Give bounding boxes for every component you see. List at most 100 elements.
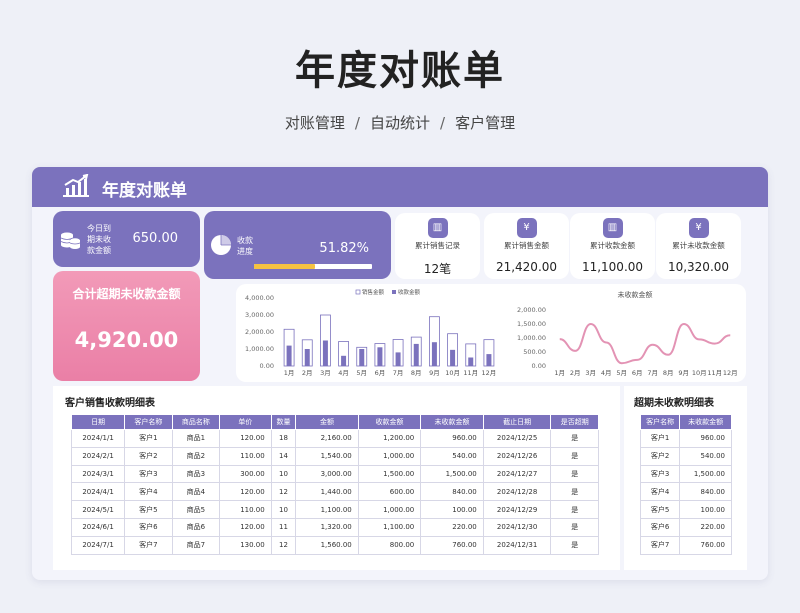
sales-cell: 110.00 bbox=[219, 500, 272, 519]
sales-cell: 11 bbox=[270, 517, 297, 537]
table-row: 客户6 220.00 bbox=[639, 517, 732, 537]
sales-cell: 3,000.00 bbox=[295, 464, 359, 484]
stat-label: 累计未收款金额 bbox=[672, 241, 725, 250]
x-tick-label: 12月 bbox=[723, 369, 738, 377]
sales-cell: 14 bbox=[270, 446, 297, 466]
collection-progress-card: 收款进度 51.82% bbox=[204, 211, 391, 279]
stat-label: 累计收款金额 bbox=[590, 241, 635, 250]
table-row: 2024/6/1 客户6 商品6 120.00 11 1,320.00 1,100.00 22… bbox=[70, 517, 599, 537]
bar-collected bbox=[395, 352, 401, 366]
sales-cell: 是 bbox=[550, 500, 599, 519]
sales-cell: 2024/1/1 bbox=[70, 429, 126, 448]
overdue-cell: 客户3 bbox=[639, 464, 681, 484]
sales-cell: 12 bbox=[270, 482, 297, 502]
overdue-cell: 1,500.00 bbox=[679, 464, 732, 484]
overdue-cell: 960.00 bbox=[679, 429, 732, 448]
sales-cell: 800.00 bbox=[357, 535, 422, 555]
table-row: 2024/7/1 客户7 商品7 130.00 12 1,560.00 800.00 760.… bbox=[70, 535, 599, 555]
overdue-cell: 客户2 bbox=[639, 446, 681, 466]
bar-chart-icon: ▥ bbox=[427, 218, 448, 238]
sales-header-cell: 商品名称 bbox=[171, 414, 221, 430]
stat-label: 累计销售金额 bbox=[504, 241, 549, 250]
x-tick-label: 3月 bbox=[320, 369, 331, 377]
table-row: 客户2 540.00 bbox=[639, 446, 732, 466]
sales-cell: 2024/4/1 bbox=[70, 482, 126, 502]
legend-swatch-sales bbox=[355, 289, 361, 295]
subtitle-separator: / bbox=[354, 114, 360, 132]
sales-cell: 客户4 bbox=[124, 482, 173, 502]
collection-progress-bar bbox=[254, 264, 372, 269]
sales-table: 日期 客户名称 商品名称 单价 数量 金额 收款金额 未收款金额 截止日期 是否超期 2024/1… bbox=[70, 414, 599, 555]
sales-header-cell: 金额 bbox=[295, 414, 359, 430]
table-row: 客户5 100.00 bbox=[639, 500, 732, 519]
sales-cell: 商品1 bbox=[171, 429, 221, 448]
sales-cell: 商品3 bbox=[171, 464, 221, 484]
sales-cell: 10 bbox=[270, 500, 297, 519]
x-tick-label: 9月 bbox=[678, 369, 689, 377]
y-tick-label: 4,000.00 bbox=[245, 294, 274, 302]
sales-cell: 2024/12/26 bbox=[482, 446, 552, 466]
overdue-header-cell: 未收款金额 bbox=[679, 414, 732, 430]
table-row: 客户7 760.00 bbox=[639, 535, 732, 555]
sales-header-cell: 客户名称 bbox=[124, 414, 173, 430]
x-tick-label: 1月 bbox=[284, 369, 295, 377]
overdue-cell: 220.00 bbox=[679, 517, 732, 537]
bar-collected bbox=[450, 349, 456, 366]
overdue-cell: 540.00 bbox=[679, 446, 732, 466]
sales-table-title: 客户销售收款明细表 bbox=[65, 398, 155, 409]
sales-cell: 2024/12/27 bbox=[482, 464, 552, 484]
sales-cell: 商品7 bbox=[171, 535, 221, 555]
sales-cell: 100.00 bbox=[420, 500, 484, 519]
stat-value: 10,320.00 bbox=[667, 260, 730, 274]
legend-label-collected: 收款金额 bbox=[398, 288, 421, 296]
sales-cell: 1,500.00 bbox=[357, 464, 422, 484]
sales-cell: 130.00 bbox=[219, 535, 272, 555]
collection-progress-fill bbox=[254, 264, 316, 269]
y-tick-label: 1,500.00 bbox=[517, 320, 546, 328]
sales-cell: 1,100.00 bbox=[357, 517, 422, 537]
x-tick-label: 9月 bbox=[429, 369, 440, 377]
sales-header-cell: 日期 bbox=[70, 414, 126, 430]
sales-cell: 120.00 bbox=[219, 517, 272, 537]
sales-cell: 是 bbox=[550, 535, 599, 555]
x-tick-label: 2月 bbox=[570, 369, 581, 377]
sales-cell: 540.00 bbox=[420, 446, 484, 466]
stat-label: 累计销售记录 bbox=[415, 241, 460, 250]
subtitle-separator: / bbox=[440, 114, 446, 132]
sales-cell: 1,100.00 bbox=[295, 500, 359, 519]
table-row: 客户3 1,500.00 bbox=[639, 464, 732, 484]
sales-cell: 18 bbox=[270, 429, 297, 448]
today-due-value: 650.00 bbox=[132, 231, 179, 246]
x-tick-label: 8月 bbox=[411, 369, 422, 377]
x-tick-label: 5月 bbox=[356, 369, 367, 377]
sales-header-cell: 数量 bbox=[270, 414, 297, 430]
overdue-cell: 840.00 bbox=[679, 482, 732, 502]
sales-header-cell: 收款金额 bbox=[357, 414, 422, 430]
sales-cell: 1,200.00 bbox=[357, 429, 422, 448]
sales-cell: 2024/7/1 bbox=[70, 535, 126, 555]
sales-cell: 2024/12/31 bbox=[482, 535, 552, 555]
overdue-cell: 100.00 bbox=[679, 500, 732, 519]
sales-cell: 120.00 bbox=[219, 482, 272, 502]
sales-cell: 客户6 bbox=[124, 517, 173, 537]
overdue-cell: 客户5 bbox=[639, 500, 681, 519]
sales-cell: 2024/5/1 bbox=[70, 500, 126, 519]
table-row: 2024/3/1 客户3 商品3 300.00 10 3,000.00 1,500.00 1,… bbox=[70, 464, 599, 484]
yen-icon: ¥ bbox=[688, 218, 709, 238]
table-row: 2024/4/1 客户4 商品4 120.00 12 1,440.00 600.00 840.… bbox=[70, 482, 599, 502]
x-tick-label: 11月 bbox=[707, 369, 722, 377]
sales-cell: 120.00 bbox=[219, 429, 272, 448]
stat-value: 11,100.00 bbox=[581, 260, 644, 274]
sales-header-cell: 单价 bbox=[219, 414, 272, 430]
overdue-cell: 760.00 bbox=[679, 535, 732, 555]
overdue-cell: 客户1 bbox=[639, 429, 681, 448]
x-tick-label: 8月 bbox=[663, 369, 674, 377]
sales-cell: 10 bbox=[270, 464, 297, 484]
bar-collected bbox=[377, 347, 383, 366]
sales-cell: 1,000.00 bbox=[357, 500, 422, 519]
x-tick-label: 6月 bbox=[375, 369, 386, 377]
today-due-label: 今日到期未收款金额 bbox=[87, 224, 111, 255]
sales-cell: 1,320.00 bbox=[295, 517, 359, 537]
sales-cell: 是 bbox=[550, 517, 599, 537]
sales-cell: 客户5 bbox=[124, 500, 173, 519]
